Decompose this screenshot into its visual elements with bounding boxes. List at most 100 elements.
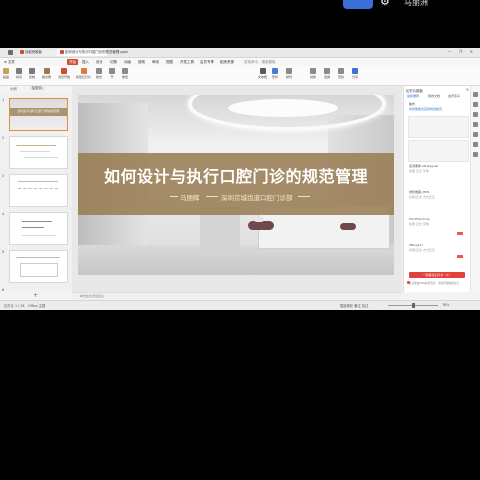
layout-button[interactable]: 版式 (96, 68, 102, 79)
tab-document[interactable]: 如何设计与执行口腔门诊的规范管理.pptx (57, 49, 128, 56)
shape-icon (272, 68, 278, 74)
menu-design[interactable]: 设计 (96, 58, 103, 66)
share-label: 分享 (352, 75, 359, 79)
reset-icon (122, 68, 128, 74)
close-icon[interactable]: ✕ (466, 87, 469, 92)
play-icon (61, 68, 67, 74)
menu-transition[interactable]: 切换 (110, 58, 117, 66)
thumb-line (22, 221, 52, 222)
paste-icon (3, 68, 9, 74)
menu-devtools[interactable]: 开发工具 (180, 58, 194, 66)
slide-ceiling-glow (228, 99, 338, 117)
slide-thumbnail[interactable] (9, 136, 68, 169)
smart-layout-link[interactable]: 将智能版式应用到当前页 (409, 107, 442, 111)
slide-dental-chair-photo (248, 221, 274, 230)
slide-thumbnail[interactable] (9, 212, 68, 245)
tab-outline[interactable]: 大纲 (10, 86, 17, 91)
menu-member[interactable]: 会员专享 (200, 58, 214, 66)
add-slide-button[interactable]: + (33, 293, 38, 299)
layout-label: 版式 (96, 75, 103, 79)
status-actions[interactable]: 智能美化 备注 批注 (340, 303, 368, 308)
zoom-slider-handle[interactable] (412, 303, 415, 308)
slide-thumbnail[interactable] (9, 174, 68, 207)
design-icon[interactable] (473, 102, 478, 107)
current-slide[interactable]: 如何设计与执行口腔门诊的规范管理 马丽辉 深圳京城齿道口腔门诊部 (78, 95, 394, 275)
overlay-username: 马丽洲 (404, 0, 428, 7)
overlay-blue-button[interactable] (343, 0, 373, 9)
textbox-button[interactable]: 文本框 (258, 68, 267, 79)
tab-my-docs[interactable]: 我的文档 (428, 94, 440, 98)
format-painter-label: 格式刷 (42, 75, 52, 79)
animation-icon[interactable] (473, 112, 478, 117)
tab-label: 如何设计与执行口腔门诊的规范管理.pptx (65, 50, 128, 54)
slide-thumbnail[interactable]: 如何设计与执行口腔门诊的规范管理 (9, 98, 68, 131)
slide-stool-photo (254, 217, 264, 222)
section-icon (109, 68, 115, 74)
thumb-line (24, 157, 58, 158)
status-bar: 幻灯片 1 / 18 Office 主题 智能美化 备注 批注 76% (0, 300, 480, 310)
find-label: 查找 (338, 75, 345, 79)
slide-thumbnail[interactable] (9, 250, 68, 283)
textbox-icon (259, 68, 266, 74)
menu-file[interactable]: ≡ 文件 (4, 58, 15, 66)
template-icon[interactable] (473, 92, 478, 97)
home-icon[interactable] (8, 50, 13, 55)
select-button[interactable]: 选择 (324, 68, 330, 79)
format-painter-button[interactable]: 格式刷 (42, 68, 51, 79)
help-icon[interactable] (473, 142, 478, 147)
task-pane-title: 幻灯片模板 (406, 89, 423, 93)
font-option-name[interactable]: PMingLiU (409, 243, 423, 247)
find-button[interactable]: 查找 (338, 68, 344, 79)
theme-name: Office 主题 (28, 304, 46, 308)
font-option-name[interactable]: 微软雅黑_MD5- (409, 190, 430, 194)
beautify-button[interactable]: 一键美化幻灯片（1） (409, 272, 465, 278)
reset-button[interactable]: 重置 (122, 68, 128, 79)
tab-member[interactable]: 会员专享 (448, 94, 460, 98)
font-option-name[interactable]: FandHandone (409, 217, 430, 221)
slide-title[interactable]: 如何设计与执行口腔门诊的规范管理 (78, 163, 394, 187)
menu-docer[interactable]: 稻壳资源 (220, 58, 234, 66)
cut-button[interactable]: 剪切 (16, 68, 22, 79)
thumb-number: 3 (2, 174, 5, 178)
notes-pane[interactable]: 单击此处添加备注 (72, 292, 402, 300)
section-button[interactable]: 节 (109, 68, 115, 79)
layout-section-label: 版式 (409, 102, 416, 106)
menu-start[interactable]: 开始 (67, 59, 78, 65)
menu-insert[interactable]: 插入 (82, 58, 89, 66)
thumb-title: 如何设计与执行口腔门诊的规范管理 (17, 110, 60, 113)
settings-gear-icon[interactable]: ⚙ (380, 0, 392, 8)
thumb-number: 5 (2, 250, 5, 254)
window-controls[interactable]: — ❐ ✕ (448, 49, 476, 54)
new-slide-button[interactable]: 新建幻灯片 (76, 68, 91, 79)
play-from-current-button[interactable]: 当页开始 (58, 68, 70, 79)
menu-slideshow[interactable]: 放映 (138, 58, 145, 66)
paste-button[interactable]: 粘贴 (3, 68, 9, 79)
tab-docer[interactable]: 找稻壳模板 (17, 49, 59, 56)
copy-button[interactable]: 复制 (29, 68, 35, 79)
slide-organization[interactable]: 深圳京城齿道口腔门诊部 (221, 192, 293, 202)
tab-recommended[interactable]: 最新推荐 (407, 94, 419, 98)
scissors-icon (16, 68, 22, 74)
font-option-sub: 标题 正文 字体 (409, 222, 429, 226)
property-icon[interactable] (473, 122, 478, 127)
share-button[interactable]: 分享 (352, 68, 358, 79)
layout-option[interactable] (408, 116, 469, 138)
wps-logo-icon (20, 50, 24, 54)
font-option-sub: 标题/正文 方方正正 (409, 195, 435, 199)
thumb-number: 1 (2, 98, 5, 102)
thumb-line (16, 145, 56, 146)
menu-review[interactable]: 审阅 (152, 58, 159, 66)
menu-view[interactable]: 视图 (166, 58, 173, 66)
font-option-name[interactable]: 思源黑体 CN Regular (409, 164, 439, 168)
slide-presenter[interactable]: 马丽辉 (180, 192, 200, 202)
more-icon[interactable] (473, 152, 478, 157)
play-label: 当页开始 (58, 75, 71, 79)
chat-icon[interactable] (473, 132, 478, 137)
arrange-button[interactable]: 排列 (286, 68, 292, 79)
command-search[interactable]: 查找命令、搜索模板 (244, 58, 276, 66)
menu-animation[interactable]: 动画 (124, 58, 131, 66)
shape-button[interactable]: 形状 (272, 68, 278, 79)
tab-slides[interactable]: 幻灯片 (30, 85, 45, 90)
layout-option[interactable] (408, 140, 469, 162)
replace-button[interactable]: 替换 (310, 68, 316, 79)
